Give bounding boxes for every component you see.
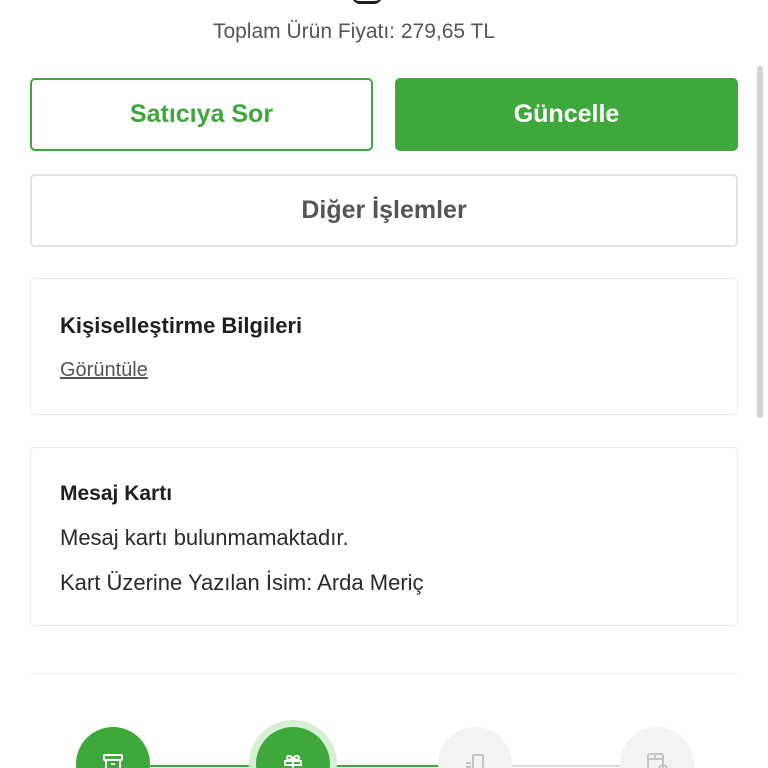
message-card-title: Mesaj Kartı <box>60 482 173 505</box>
archive-box-icon <box>103 754 123 768</box>
personalization-card: Kişiselleştirme Bilgileri Görüntüle <box>30 278 738 415</box>
progress-connector <box>330 765 440 767</box>
order-detail-page: Toplam Ürün Fiyatı: 279,65 TL Satıcıya S… <box>0 0 768 768</box>
view-personalization-link[interactable]: Görüntüle <box>60 359 148 382</box>
update-button[interactable]: Güncelle <box>395 78 738 151</box>
cropped-glyph <box>352 0 382 4</box>
progress-connector <box>512 765 622 767</box>
progress-step-delivered <box>620 727 694 768</box>
delivery-icon <box>466 754 484 768</box>
name-on-card: Kart Üzerine Yazılan İsim: Arda Meriç <box>60 570 424 595</box>
total-price: Toplam Ürün Fiyatı: 279,65 TL <box>212 20 496 43</box>
scrollbar[interactable] <box>757 66 763 418</box>
divider <box>30 673 738 674</box>
ask-seller-button[interactable]: Satıcıya Sor <box>30 78 373 151</box>
progress-step-ordered <box>76 727 150 768</box>
message-card: Mesaj Kartı Mesaj kartı bulunmamaktadır.… <box>30 447 738 626</box>
personalization-title: Kişiselleştirme Bilgileri <box>60 313 303 338</box>
progress-connector <box>150 765 258 767</box>
other-actions-button[interactable]: Diğer İşlemler <box>30 174 738 247</box>
message-card-status: Mesaj kartı bulunmamaktadır. <box>60 525 349 550</box>
gift-icon <box>284 754 302 768</box>
progress-step-shipping <box>438 727 512 768</box>
package-check-icon <box>647 753 668 768</box>
progress-step-preparing <box>256 727 330 768</box>
